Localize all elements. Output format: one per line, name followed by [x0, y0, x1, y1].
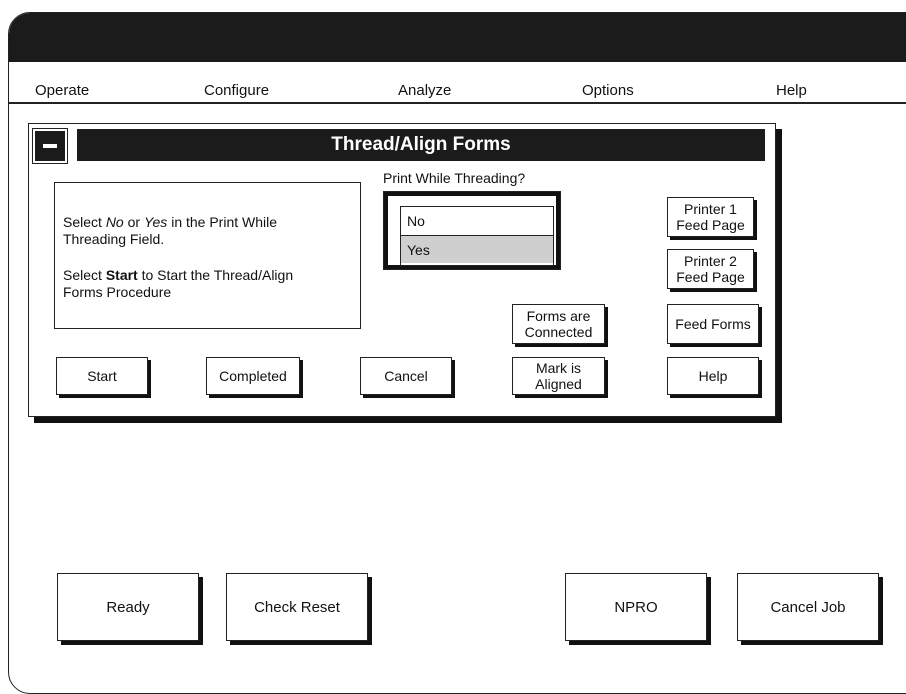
- help-button[interactable]: Help: [667, 357, 759, 395]
- printer2-feed-page-button[interactable]: Printer 2 Feed Page: [667, 249, 754, 289]
- menu-analyze[interactable]: Analyze: [398, 82, 451, 99]
- instruction-line-4: Forms Procedure: [63, 284, 172, 300]
- menu-bar: Operate Configure Analyze Options Help: [9, 62, 906, 104]
- print-while-threading-label: Print While Threading?: [383, 170, 526, 186]
- cancel-job-button[interactable]: Cancel Job: [737, 573, 879, 641]
- menu-operate[interactable]: Operate: [35, 82, 89, 99]
- menu-configure[interactable]: Configure: [204, 82, 269, 99]
- option-no[interactable]: No: [401, 207, 553, 235]
- thread-align-dialog: Thread/Align Forms Select No or Yes in t…: [28, 123, 776, 417]
- dialog-title: Thread/Align Forms: [77, 129, 765, 161]
- instructions-panel: Select No or Yes in the Print While Thre…: [54, 182, 361, 329]
- instruction-line-2: Threading Field.: [63, 231, 165, 247]
- cancel-button[interactable]: Cancel: [360, 357, 452, 395]
- start-button[interactable]: Start: [56, 357, 148, 395]
- forms-connected-button[interactable]: Forms are Connected: [512, 304, 605, 344]
- option-yes[interactable]: Yes: [401, 235, 553, 263]
- mark-aligned-button[interactable]: Mark is Aligned: [512, 357, 605, 395]
- menu-help[interactable]: Help: [776, 82, 807, 99]
- feed-forms-button[interactable]: Feed Forms: [667, 304, 759, 344]
- close-icon[interactable]: [32, 128, 68, 164]
- threading-listbox[interactable]: No Yes: [400, 206, 554, 266]
- printer1-feed-page-button[interactable]: Printer 1 Feed Page: [667, 197, 754, 237]
- npro-button[interactable]: NPRO: [565, 573, 707, 641]
- instruction-line-1: Select No or Yes in the Print While: [63, 214, 278, 230]
- ready-button[interactable]: Ready: [57, 573, 199, 641]
- instruction-line-3: Select Start to Start the Thread/Align: [63, 267, 294, 283]
- menu-options[interactable]: Options: [582, 82, 634, 99]
- title-bar: [9, 13, 906, 62]
- check-reset-button[interactable]: Check Reset: [226, 573, 368, 641]
- completed-button[interactable]: Completed: [206, 357, 300, 395]
- print-while-threading-field: No Yes: [383, 191, 561, 270]
- main-screen: Operate Configure Analyze Options Help T…: [8, 12, 906, 694]
